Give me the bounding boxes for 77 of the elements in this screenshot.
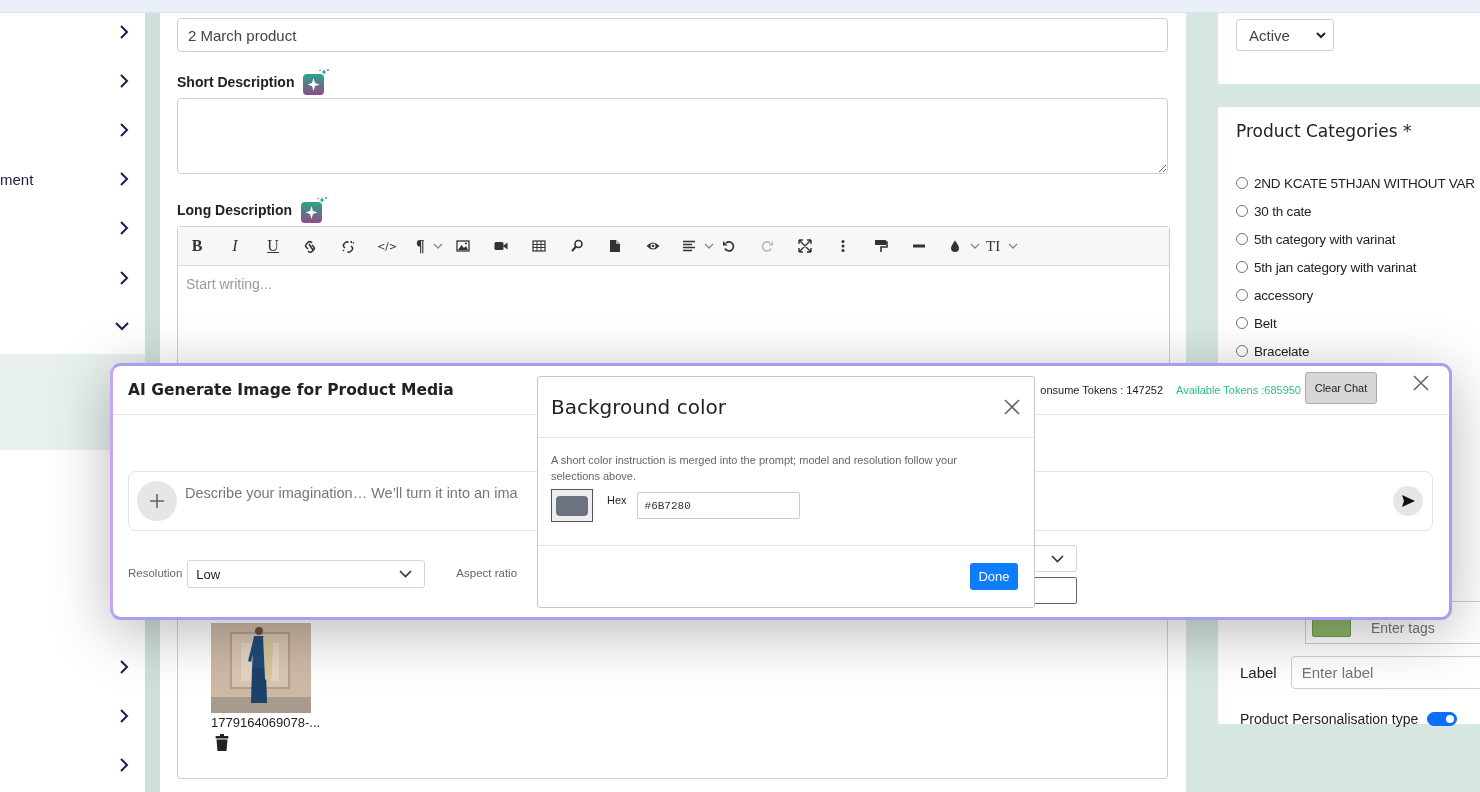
- chevron-down-icon[interactable]: [115, 322, 129, 332]
- category-label: 5th category with varinat: [1254, 231, 1396, 247]
- toolbar-button[interactable]: I: [232, 237, 238, 255]
- short-description-field[interactable]: [177, 98, 1168, 174]
- field-label: Resolution: [128, 567, 183, 579]
- token-count: onsume Tokens : 147252: [1040, 384, 1163, 396]
- toggle-label: Product Personalisation type: [1240, 711, 1419, 727]
- add-button[interactable]: [137, 481, 177, 521]
- send-button[interactable]: [1393, 486, 1423, 516]
- dialog-title: Background color: [551, 395, 726, 419]
- label-field[interactable]: Enter label: [1290, 656, 1480, 689]
- color-swatch[interactable]: [551, 489, 593, 522]
- radio-button[interactable]: [1236, 289, 1248, 301]
- product-name-field[interactable]: 2 March product: [177, 18, 1168, 52]
- chevron-right-icon[interactable]: [120, 221, 129, 236]
- table-icon[interactable]: [532, 239, 546, 253]
- chevron-down-icon: [1316, 31, 1326, 39]
- chevron-right-icon[interactable]: [120, 758, 129, 773]
- radio-button[interactable]: [1236, 345, 1248, 357]
- chevron-right-icon[interactable]: [120, 122, 129, 137]
- video-camera-icon[interactable]: [494, 239, 508, 253]
- toggle-switch[interactable]: [1427, 712, 1458, 726]
- field-label: Hex: [607, 494, 627, 506]
- radio-button[interactable]: [1236, 261, 1248, 273]
- trash-icon[interactable]: [215, 734, 229, 751]
- category-label: Bracelate: [1254, 343, 1310, 359]
- chevron-down-icon: [399, 570, 413, 578]
- chevron-right-icon[interactable]: [120, 659, 129, 674]
- tags-input[interactable]: Enter tags: [1369, 619, 1480, 637]
- chevron-right-icon[interactable]: [120, 73, 129, 88]
- panel-title: Product Categories *: [1236, 121, 1413, 143]
- unlink-icon[interactable]: [342, 239, 356, 253]
- menu-item-label[interactable]: ment: [0, 170, 34, 188]
- category-label: accessory: [1254, 287, 1313, 303]
- ai-sparkle-icon[interactable]: [302, 68, 331, 96]
- done-button[interactable]: Done: [970, 563, 1018, 590]
- align-left-icon[interactable]: [682, 239, 696, 253]
- close-icon[interactable]: [1413, 375, 1429, 391]
- chevron-right-icon[interactable]: [120, 172, 129, 187]
- field-label: Long Description: [177, 202, 293, 220]
- toolbar-button[interactable]: ¶: [416, 237, 425, 255]
- close-icon[interactable]: [1004, 399, 1020, 415]
- toolbar-button[interactable]: U: [267, 237, 279, 255]
- token-count: Available Tokens :685950: [1176, 384, 1301, 396]
- undo-icon[interactable]: [722, 239, 736, 253]
- radio-button[interactable]: [1236, 233, 1248, 245]
- hex-field[interactable]: #6B7280: [636, 492, 800, 519]
- radio-button[interactable]: [1236, 317, 1248, 329]
- category-label: Belt: [1254, 315, 1277, 331]
- dialog-title: AI Generate Image for Product Media: [128, 381, 454, 399]
- file-name: 1779164069078-...: [211, 715, 321, 730]
- toolbar-button[interactable]: TI: [986, 237, 1001, 255]
- category-label: 5th jan category with varinat: [1254, 259, 1417, 275]
- radio-button[interactable]: [1236, 205, 1248, 217]
- chevron-right-icon[interactable]: [120, 24, 129, 39]
- ai-sparkle-icon[interactable]: [300, 196, 329, 224]
- link-icon[interactable]: [304, 239, 318, 253]
- field-label: Short Description: [177, 74, 295, 92]
- toolbar-button[interactable]: B: [191, 237, 203, 255]
- expand-icon[interactable]: [798, 239, 812, 253]
- category-label: 30 th cate: [1254, 203, 1312, 219]
- resolution-select[interactable]: Low: [187, 560, 426, 588]
- clear-chat-button[interactable]: Clear Chat: [1305, 372, 1377, 404]
- field-label: Label: [1240, 664, 1277, 681]
- chevron-right-icon[interactable]: [120, 709, 129, 724]
- status-select[interactable]: Active: [1236, 19, 1334, 51]
- document-icon[interactable]: [608, 239, 622, 253]
- droplet-icon[interactable]: [948, 239, 962, 253]
- paint-roller-icon[interactable]: [874, 239, 888, 253]
- category-label: 2ND KCATE 5THJAN WITHOUT VAR: [1254, 175, 1475, 191]
- chevron-down-icon: [1051, 554, 1065, 563]
- chevron-right-icon[interactable]: [120, 270, 129, 285]
- field-label: Aspect ratio: [456, 567, 518, 579]
- search-icon[interactable]: [570, 239, 584, 253]
- image-icon[interactable]: [456, 239, 470, 253]
- toolbar-button[interactable]: </>: [376, 240, 398, 252]
- radio-button[interactable]: [1236, 177, 1248, 189]
